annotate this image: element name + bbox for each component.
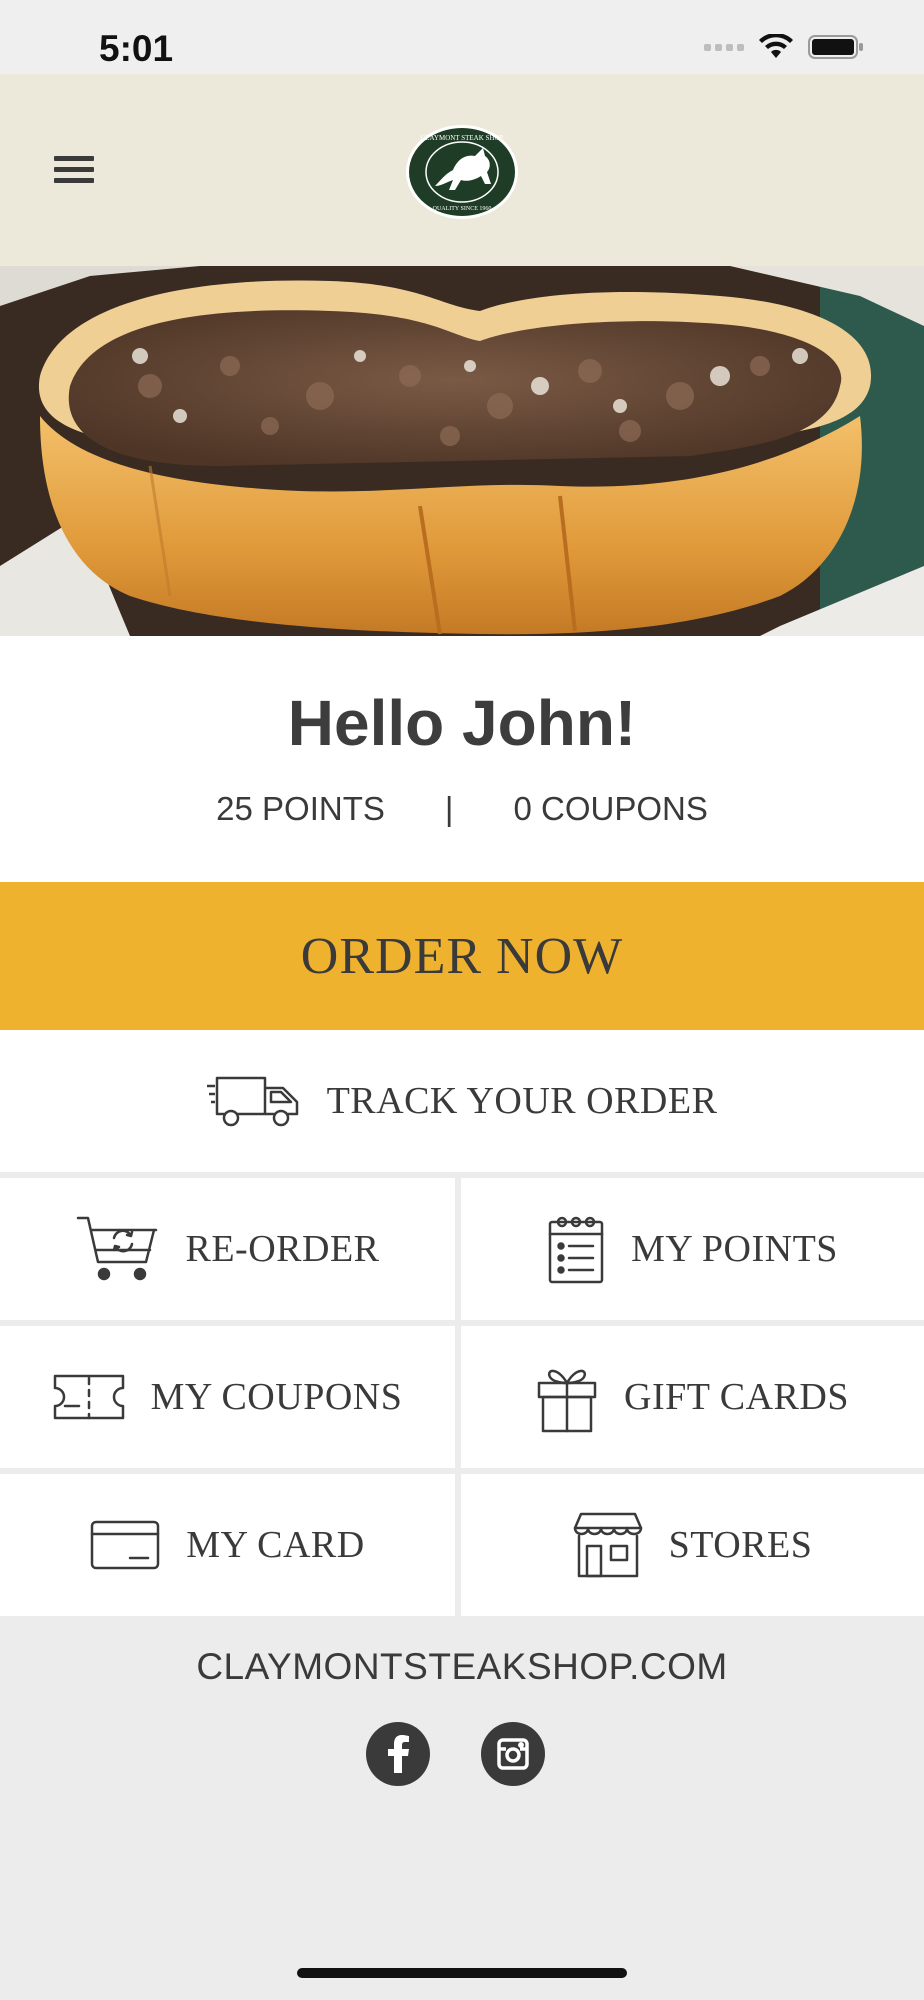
track-order-button[interactable]: TRACK YOUR ORDER — [0, 1030, 924, 1172]
status-bar: 5:01 — [0, 0, 924, 74]
coupon-icon — [53, 1374, 124, 1420]
svg-text:CLAYMONT STEAK SHOP: CLAYMONT STEAK SHOP — [421, 134, 504, 142]
home-indicator[interactable] — [297, 1968, 627, 1978]
greeting-title: Hello John! — [287, 687, 637, 759]
my-coupons-button[interactable]: MY COUPONS — [0, 1326, 455, 1468]
facebook-icon[interactable] — [366, 1722, 430, 1786]
status-icons — [704, 34, 864, 60]
greeting-panel: Hello John! 25 POINTS | 0 COUPONS — [0, 636, 924, 882]
svg-text:QUALITY SINCE 1960: QUALITY SINCE 1960 — [433, 206, 492, 212]
truck-icon — [206, 1076, 298, 1127]
my-card-button[interactable]: MY CARD — [0, 1474, 455, 1616]
points-count[interactable]: 25 POINTS — [216, 790, 385, 828]
my-points-label: MY POINTS — [631, 1228, 838, 1270]
notepad-icon — [548, 1216, 604, 1284]
track-order-label: TRACK YOUR ORDER — [326, 1080, 718, 1122]
reorder-label: RE-ORDER — [185, 1228, 380, 1270]
brand-logo[interactable]: CLAYMONT STEAK SHOP QUALITY SINCE 1960 — [405, 124, 519, 220]
cart-reorder-icon — [76, 1216, 157, 1281]
my-card-label: MY CARD — [186, 1524, 365, 1566]
storefront-icon — [573, 1512, 642, 1578]
order-now-button[interactable]: ORDER NOW — [0, 882, 924, 1030]
gift-icon — [537, 1369, 597, 1433]
credit-card-icon — [91, 1520, 160, 1570]
stores-label: STORES — [668, 1524, 813, 1566]
gift-cards-button[interactable]: GIFT CARDS — [461, 1326, 924, 1468]
status-time: 5:01 — [99, 28, 174, 69]
stores-button[interactable]: STORES — [461, 1474, 924, 1616]
gift-cards-label: GIFT CARDS — [624, 1376, 849, 1418]
my-points-button[interactable]: MY POINTS — [461, 1178, 924, 1320]
reorder-button[interactable]: RE-ORDER — [0, 1178, 455, 1320]
wifi-icon — [759, 34, 793, 58]
instagram-icon[interactable] — [481, 1722, 545, 1786]
battery-icon — [808, 35, 863, 59]
stats-separator: | — [444, 790, 454, 827]
website-link[interactable]: CLAYMONTSTEAKSHOP.COM — [0, 1646, 924, 1688]
coupons-count[interactable]: 0 COUPONS — [513, 790, 707, 828]
signal-icon — [704, 43, 744, 51]
menu-icon[interactable] — [54, 156, 94, 186]
hero-image — [0, 266, 924, 636]
my-coupons-label: MY COUPONS — [150, 1376, 403, 1418]
app-header: CLAYMONT STEAK SHOP QUALITY SINCE 1960 — [0, 74, 924, 266]
rewards-summary: 25 POINTS | 0 COUPONS — [0, 790, 924, 828]
